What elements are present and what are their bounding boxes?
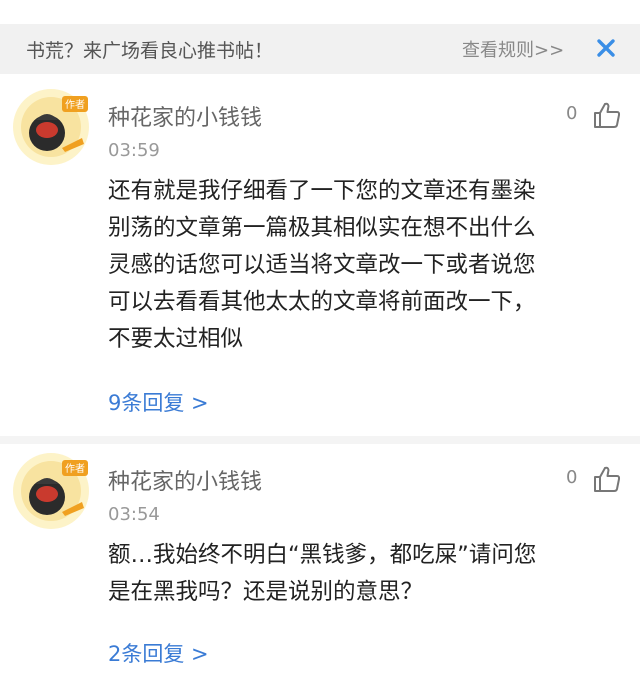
avatar[interactable]: 作者 — [10, 450, 92, 532]
timestamp: 03:59 — [108, 140, 160, 161]
close-icon[interactable] — [594, 36, 618, 60]
comment-line: 不要太过相似 — [108, 326, 244, 352]
comment-body: 额…我始终不明白“黑钱爹，都吃屎”请问您 是在黑我吗？还是说别的意思？ — [108, 537, 612, 611]
comment-line: 别荡的文章第一篇极其相似实在想不出什么 — [108, 215, 536, 241]
comment-body: 还有就是我仔细看了一下您的文章还有墨染 别荡的文章第一篇极其相似实在想不出什么 … — [108, 173, 612, 358]
view-rules-link[interactable]: 查看规则>> — [462, 36, 564, 62]
comment-line: 还有就是我仔细看了一下您的文章还有墨染 — [108, 178, 536, 204]
avatar[interactable]: 作者 — [10, 86, 92, 168]
like-count: 0 — [566, 103, 578, 124]
timestamp: 03:54 — [108, 504, 160, 525]
replies-link[interactable]: 2条回复 > — [108, 638, 209, 668]
username[interactable]: 种花家的小钱钱 — [108, 464, 262, 496]
thumbs-up-icon[interactable] — [592, 100, 622, 130]
replies-link[interactable]: 9条回复 > — [108, 387, 209, 417]
banner-text: 书荒？来广场看良心推书帖！ — [26, 39, 274, 62]
comment-line: 是在黑我吗？还是说别的意思？ — [108, 579, 424, 605]
comment-line: 额…我始终不明白“黑钱爹，都吃屎”请问您 — [108, 542, 537, 568]
thumbs-up-icon[interactable] — [592, 464, 622, 494]
author-badge: 作者 — [65, 99, 85, 111]
comment-line: 可以去看看其他太太的文章将前面改一下， — [108, 289, 536, 315]
username[interactable]: 种花家的小钱钱 — [108, 100, 262, 132]
notice-banner: 书荒？来广场看良心推书帖！ 查看规则>> — [0, 24, 640, 74]
comment-line: 灵感的话您可以适当将文章改一下或者说您 — [108, 252, 536, 278]
author-badge: 作者 — [65, 463, 85, 475]
like-count: 0 — [566, 467, 578, 488]
divider — [0, 436, 640, 444]
